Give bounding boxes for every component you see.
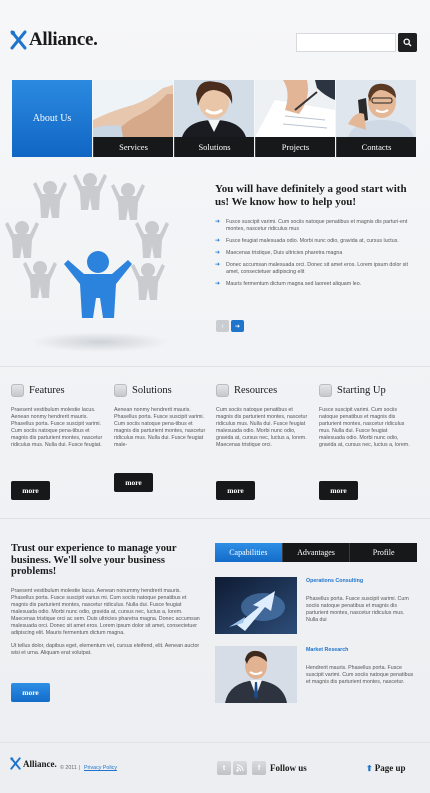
more-button[interactable]: more bbox=[216, 481, 255, 500]
post-item: Market Research Hendrerit mauris. Phasel… bbox=[215, 646, 417, 703]
contacts-photo bbox=[336, 80, 416, 137]
solutions-photo bbox=[174, 80, 254, 137]
arrow-right-icon: ➔ bbox=[215, 281, 221, 287]
feature-title: Resources bbox=[234, 385, 278, 396]
hero-title: You will have definitely a good start wi… bbox=[215, 183, 407, 208]
feature-column-solutions: Solutions Aenean nonmy hendrerit mauris.… bbox=[114, 383, 206, 492]
nav-about-label: About Us bbox=[32, 113, 72, 124]
chevron-left-icon: ‹ bbox=[221, 322, 224, 330]
services-photo bbox=[93, 80, 173, 137]
info-tabs: Capabilities Advantages Profile bbox=[215, 543, 418, 562]
more-button[interactable]: more bbox=[114, 473, 153, 492]
arrow-right-icon: ➔ bbox=[215, 219, 221, 225]
feature-column-resources: Resources Cum sociis natoque penatibus e… bbox=[216, 383, 308, 500]
arrow-right-icon: ➔ bbox=[215, 238, 221, 244]
post-thumbnail[interactable] bbox=[215, 646, 297, 703]
list-item: ➔ Donec accumsan malesuada orci. Donec si… bbox=[215, 262, 408, 275]
hero-pager: ‹ ➔ bbox=[216, 320, 244, 332]
post-item: Operations Consulting Phasellus porta. F… bbox=[215, 577, 417, 634]
feature-title: Solutions bbox=[132, 385, 172, 396]
copyright-text: © 2011 bbox=[60, 765, 77, 771]
feature-icon bbox=[216, 384, 229, 397]
trust-paragraph: Praesent vestibulum molestie lacus. Aene… bbox=[11, 588, 200, 636]
feature-icon bbox=[11, 384, 24, 397]
nav-label-projects: Projects bbox=[255, 137, 335, 157]
arrow-up-icon: ⬆ bbox=[366, 763, 373, 773]
main-nav: About Us Services Solutions Projects Con… bbox=[12, 80, 417, 157]
section-divider bbox=[0, 518, 430, 519]
nav-item-projects[interactable]: Projects bbox=[255, 80, 335, 157]
more-button[interactable]: more bbox=[11, 481, 50, 500]
pager-prev-button[interactable]: ‹ bbox=[216, 320, 229, 332]
list-item: ➔ Maecenas tristique, Duis ultricies phar… bbox=[215, 250, 343, 256]
nav-item-services[interactable]: Services bbox=[93, 80, 173, 157]
privacy-policy-link[interactable]: Privacy Policy bbox=[84, 765, 117, 771]
nav-label-contacts: Contacts bbox=[336, 137, 416, 157]
more-button[interactable]: more bbox=[11, 683, 50, 702]
arrow-right-icon: ➔ bbox=[234, 323, 241, 330]
list-item: ➔ Fusce suscipit varimi. Cum sociis natoq… bbox=[215, 219, 408, 232]
nav-item-contacts[interactable]: Contacts bbox=[336, 80, 416, 157]
site-logo[interactable]: Alliance. bbox=[10, 29, 98, 51]
list-item: ➔ Mauris fermentum dictum magna sed laore… bbox=[215, 281, 362, 287]
feature-icon bbox=[114, 384, 127, 397]
section-divider bbox=[0, 742, 430, 743]
page-up-link[interactable]: ⬆ Page up bbox=[366, 763, 405, 773]
pager-next-button[interactable]: ➔ bbox=[231, 320, 244, 332]
feature-text: Fusce suscipit varimi. Cum sociis natoqu… bbox=[319, 407, 410, 448]
feature-column-features: Features Praesent vestibulum molestie la… bbox=[11, 383, 103, 500]
logo-x-icon bbox=[10, 29, 27, 51]
more-button[interactable]: more bbox=[319, 481, 358, 500]
feature-text: Cum sociis natoque penatibus et magnis d… bbox=[216, 407, 308, 448]
post-thumbnail[interactable] bbox=[215, 577, 297, 634]
post-title[interactable]: Market Research bbox=[306, 647, 348, 653]
list-item: ➔ Fusce feugiat malesuada odio. Morbi nun… bbox=[215, 238, 399, 244]
search-input[interactable] bbox=[296, 33, 396, 52]
post-text: Hendrerit mauris. Phasellus porta. Fusce… bbox=[306, 665, 414, 685]
footer-separator: | bbox=[79, 765, 81, 771]
nav-item-solutions[interactable]: Solutions bbox=[174, 80, 254, 157]
nav-label-services: Services bbox=[93, 137, 173, 157]
section-divider bbox=[0, 366, 430, 367]
feature-icon bbox=[319, 384, 332, 397]
page: Alliance. About Us Services Solutions Pr… bbox=[0, 0, 430, 793]
footer-logo-text: Alliance. bbox=[23, 758, 57, 769]
search-icon bbox=[403, 38, 412, 47]
follow-us-label: Follow us bbox=[270, 763, 307, 773]
post-title[interactable]: Operations Consulting bbox=[306, 578, 363, 584]
nav-label-solutions: Solutions bbox=[174, 137, 254, 157]
page-up-label: Page up bbox=[374, 763, 406, 773]
trust-body: Praesent vestibulum molestie lacus. Aene… bbox=[11, 588, 203, 663]
facebook-icon[interactable]: f bbox=[252, 761, 266, 775]
tab-advantages[interactable]: Advantages bbox=[281, 543, 350, 562]
footer-logo[interactable]: Alliance. bbox=[10, 756, 57, 771]
post-text: Phasellus porta. Fusce suscipit varimi. … bbox=[306, 596, 409, 623]
feature-column-starting-up: Starting Up Fusce suscipit varimi. Cum s… bbox=[319, 383, 411, 500]
rss-icon[interactable] bbox=[233, 761, 247, 775]
trust-paragraph: Ut tellus dolor, dapibus eget, elementum… bbox=[11, 643, 200, 656]
hero-bullet-list: ➔ Fusce suscipit varimi. Cum sociis natoq… bbox=[215, 219, 415, 293]
search-button[interactable] bbox=[398, 33, 417, 52]
feature-text: Praesent vestibulum molestie lacus. Aene… bbox=[11, 407, 103, 448]
feature-text: Aenean nonmy hendrerit mauris. Phasellus… bbox=[114, 407, 206, 448]
feature-title: Features bbox=[29, 385, 65, 396]
feature-title: Starting Up bbox=[337, 385, 386, 396]
nav-item-about[interactable]: About Us bbox=[12, 80, 92, 157]
logo-text: Alliance. bbox=[29, 29, 98, 50]
logo-x-icon bbox=[10, 757, 21, 770]
tab-capabilities[interactable]: Capabilities bbox=[215, 543, 282, 562]
twitter-icon[interactable]: t bbox=[217, 761, 231, 775]
projects-photo bbox=[255, 80, 335, 137]
arrow-right-icon: ➔ bbox=[215, 250, 221, 256]
hero-people-illustration bbox=[0, 160, 200, 360]
arrow-right-icon: ➔ bbox=[215, 262, 221, 268]
trust-heading: Trust our experience to manage your busi… bbox=[11, 543, 177, 577]
tab-profile[interactable]: Profile bbox=[349, 543, 418, 562]
